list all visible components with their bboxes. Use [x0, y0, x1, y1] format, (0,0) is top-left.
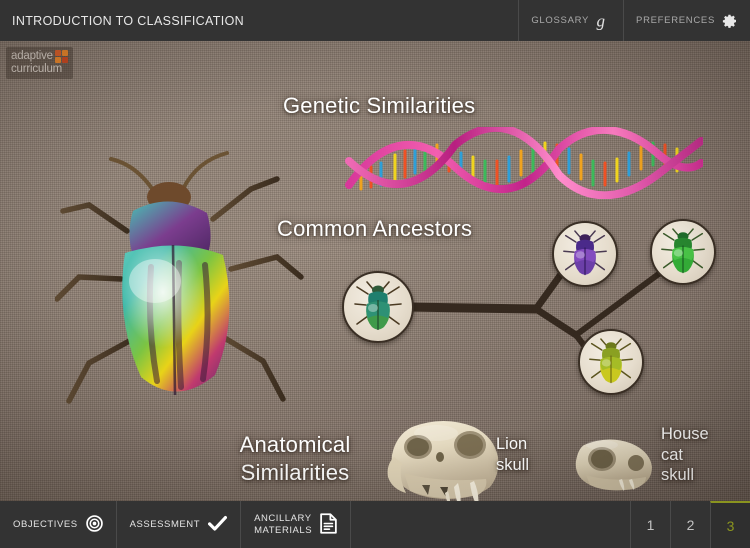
assessment-button[interactable]: ASSESSMENT	[117, 501, 242, 548]
ancillary-label-line-2: MATERIALS	[254, 524, 313, 536]
assessment-button-label: ASSESSMENT	[129, 519, 201, 530]
page-button-1[interactable]: 1	[630, 501, 670, 548]
objectives-button[interactable]: OBJECTIVES	[0, 501, 117, 548]
ancestor-beetle-node[interactable]	[342, 271, 414, 343]
page-button-1-label: 1	[646, 516, 655, 533]
lion-skull-photo	[382, 413, 506, 501]
yellow-beetle-node[interactable]	[578, 329, 644, 395]
page-button-2[interactable]: 2	[670, 501, 710, 548]
gear-icon	[722, 13, 738, 29]
brand-logo: adaptive curriculum	[6, 47, 73, 80]
heading-genetic-similarities: Genetic Similarities	[283, 93, 476, 118]
phylogenetic-tree	[340, 217, 720, 403]
ancillary-materials-button[interactable]: ANCILLARY MATERIALS	[241, 501, 352, 548]
top-bar: INTRODUCTION TO CLASSIFICATION GLOSSARY …	[0, 0, 750, 41]
yellow-beetle-icon	[589, 338, 633, 384]
purple-beetle-icon	[563, 230, 607, 276]
squares-mark-icon	[54, 50, 68, 63]
lion-skull-label: Lion skull	[496, 434, 529, 475]
house-cat-skull-label: House cat skull	[661, 424, 709, 486]
lion-label-line-1: Lion	[496, 435, 528, 453]
preferences-button-label: PREFERENCES	[636, 15, 715, 26]
cat-label-line-3: skull	[661, 466, 695, 485]
cat-label-line-1: House	[661, 425, 709, 443]
target-icon	[85, 514, 103, 535]
glossary-button[interactable]: GLOSSARY g	[518, 0, 623, 41]
page-button-3-label: 3	[726, 517, 735, 534]
bottom-bar-spacer	[351, 501, 630, 548]
green-beetle-node[interactable]	[650, 219, 716, 285]
house-cat-skull-photo	[568, 433, 660, 495]
ancestor-beetle-icon	[354, 281, 402, 330]
heading-anatomical-line-1: Anatomical	[239, 432, 351, 457]
green-beetle-icon	[661, 228, 705, 274]
bottom-bar: OBJECTIVES ASSESSMENT ANCILLARY MATERIAL…	[0, 501, 750, 548]
heading-anatomical-line-2: Similarities	[240, 460, 350, 486]
purple-beetle-node[interactable]	[552, 221, 618, 287]
objectives-button-label: OBJECTIVES	[13, 519, 78, 530]
page-button-2-label: 2	[686, 516, 695, 533]
check-icon	[208, 515, 228, 535]
preferences-button[interactable]: PREFERENCES	[623, 0, 750, 41]
dna-double-helix-illustration	[345, 123, 705, 200]
heading-anatomical-similarities: Anatomical Similarities	[228, 431, 362, 487]
logo-line-2: curriculum	[11, 63, 63, 75]
page-button-3[interactable]: 3	[710, 501, 750, 548]
ancillary-label-line-1: ANCILLARY	[254, 512, 312, 524]
rainbow-beetle-illustration	[54, 149, 305, 429]
lesson-viewer: INTRODUCTION TO CLASSIFICATION GLOSSARY …	[0, 0, 750, 548]
cat-label-line-2: cat	[661, 445, 684, 464]
lion-label-line-2: skull	[496, 455, 530, 474]
lesson-stage: adaptive curriculum Genetic Similarities…	[0, 41, 750, 501]
ancillary-materials-button-label: ANCILLARY MATERIALS	[254, 513, 312, 537]
document-icon	[320, 512, 337, 537]
glossary-button-label: GLOSSARY	[531, 15, 590, 26]
svg-text:g: g	[597, 12, 606, 30]
page-title: INTRODUCTION TO CLASSIFICATION	[12, 13, 245, 28]
glossary-g-icon: g	[596, 12, 611, 30]
logo-line-1: adaptive	[11, 50, 53, 62]
